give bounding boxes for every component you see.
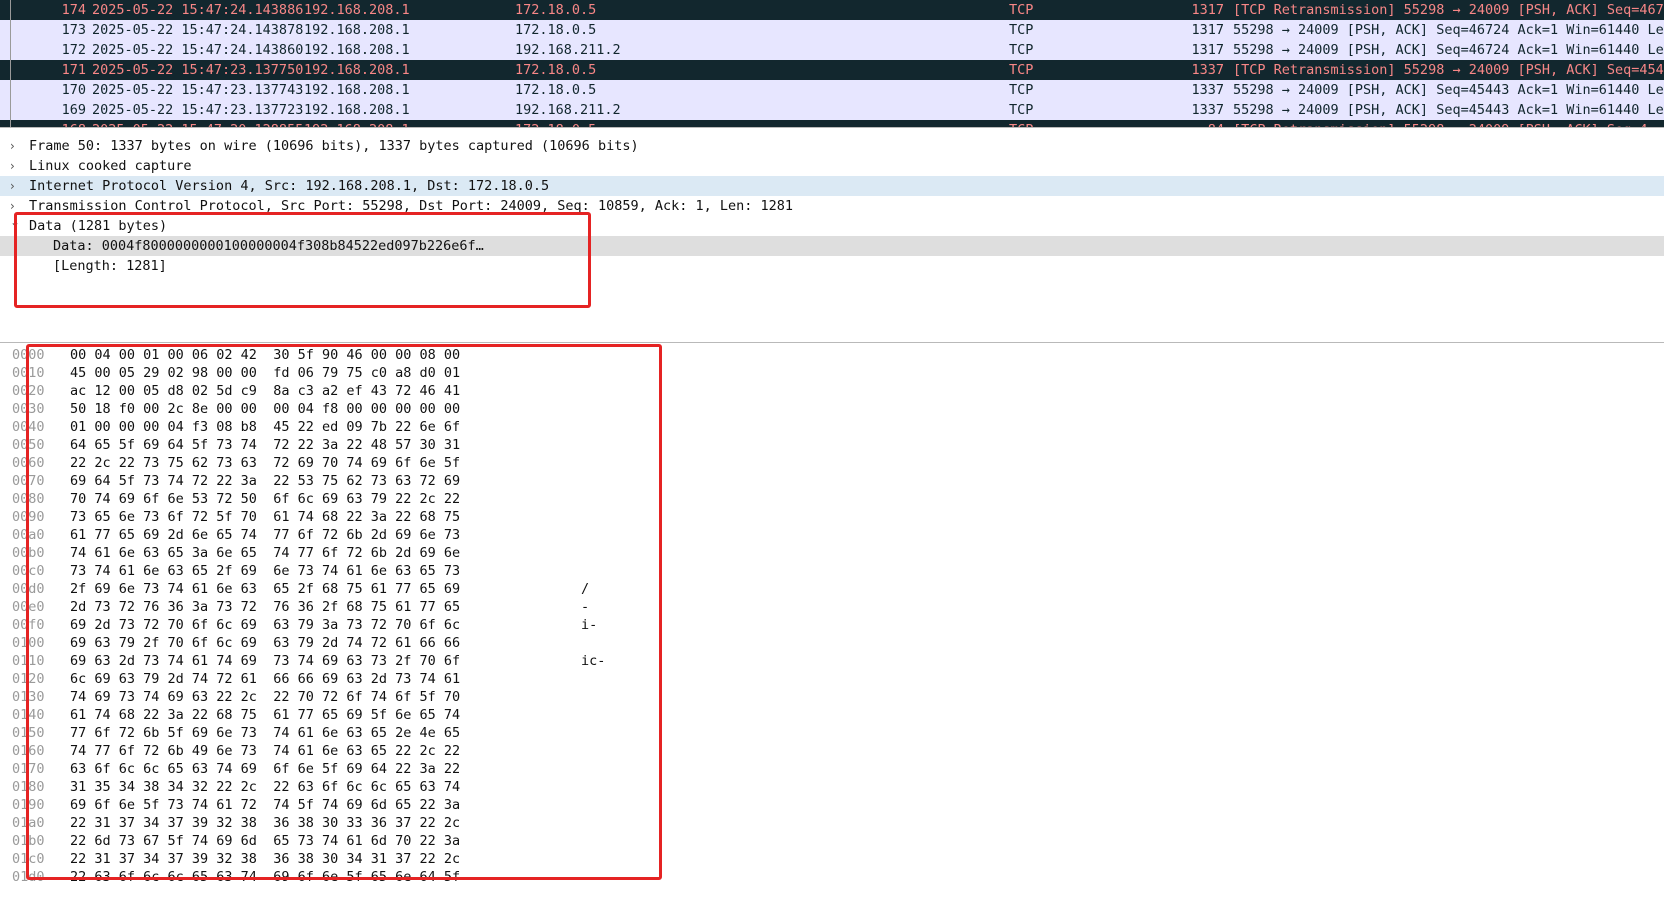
packet-length: 1317 xyxy=(1191,2,1224,18)
highlight-box-hex-bytes xyxy=(26,344,662,880)
packet-protocol: TCP xyxy=(1009,82,1034,98)
packet-protocol: TCP xyxy=(1009,120,1033,127)
packet-info: 55298 → 24009 [PSH, ACK] Seq=45443 Ack=1… xyxy=(1233,82,1664,98)
packet-info: 55298 → 24009 [PSH, ACK] Seq=45443 Ack=1… xyxy=(1233,102,1664,118)
packet-info: [TCP Retransmission] 55298 → 24009 [PSH,… xyxy=(1233,120,1648,127)
packet-time: 2025-05-22 15:47:24.143860 xyxy=(92,42,304,58)
packet-protocol: TCP xyxy=(1009,42,1034,58)
packet-number: 172 xyxy=(61,42,86,58)
packet-length: 1317 xyxy=(1191,42,1224,58)
packet-source: 192.168.208.1 xyxy=(304,22,410,38)
packet-destination: 192.168.211.2 xyxy=(515,42,621,58)
row-marker xyxy=(10,40,11,60)
packet-info: 55298 → 24009 [PSH, ACK] Seq=46724 Ack=1… xyxy=(1233,42,1664,58)
packet-protocol: TCP xyxy=(1009,2,1034,18)
packet-info: 55298 → 24009 [PSH, ACK] Seq=46724 Ack=1… xyxy=(1233,22,1664,38)
packet-length: 1317 xyxy=(1191,22,1224,38)
packet-number: 174 xyxy=(61,2,86,18)
row-marker xyxy=(10,60,11,80)
packet-number: 171 xyxy=(61,62,86,78)
row-marker xyxy=(10,0,11,20)
tree-item-label: Frame 50: 1337 bytes on wire (10696 bits… xyxy=(29,138,639,154)
packet-destination: 192.168.211.2 xyxy=(515,102,621,118)
packet-length: 1337 xyxy=(1191,82,1224,98)
packet-destination: 172.18.0.5 xyxy=(515,82,597,98)
packet-length: 1337 xyxy=(1191,102,1224,118)
highlight-box-data-field xyxy=(14,212,591,308)
packet-source: 192.168.208.1 xyxy=(304,82,410,98)
packet-destination: 172.18.0.5 xyxy=(515,62,597,78)
chevron-right-icon[interactable]: › xyxy=(10,176,15,196)
packet-time: 2025-05-22 15:47:23.137743 xyxy=(92,82,304,98)
tree-item[interactable]: › Frame 50: 1337 bytes on wire (10696 bit… xyxy=(0,136,1664,156)
row-marker xyxy=(10,20,11,40)
packet-number: 173 xyxy=(61,22,86,38)
row-marker xyxy=(10,100,11,120)
packet-time: 2025-05-22 15:47:23.137723 xyxy=(92,102,304,118)
chevron-right-icon[interactable]: › xyxy=(10,156,15,176)
packet-time: 2025-05-22 15:47:24.143886 xyxy=(92,2,304,18)
packet-time: 2025-05-22 15:47:23.137750 xyxy=(92,62,304,78)
packet-destination: 172.18.0.5 xyxy=(515,22,597,38)
packet-row[interactable]: 174 2025-05-22 15:47:24.143886 192.168.208… xyxy=(0,0,1664,20)
row-marker xyxy=(10,80,11,100)
packet-row[interactable]: 172 2025-05-22 15:47:24.143860 192.168.208… xyxy=(0,40,1664,60)
tree-item[interactable]: › Linux cooked capture xyxy=(0,156,1664,176)
packet-number: 168 xyxy=(30,120,86,127)
packet-source: 192.168.208.1 xyxy=(304,120,410,127)
packet-protocol: TCP xyxy=(1009,62,1034,78)
packet-source: 192.168.208.1 xyxy=(304,2,410,18)
packet-destination: 172.18.0.5 xyxy=(515,120,596,127)
packet-time: 2025-05-22 15:47:20.128855 xyxy=(92,120,303,127)
tree-item[interactable]: › Internet Protocol Version 4, Src: 192.1… xyxy=(0,176,1664,196)
packet-info: [TCP Retransmission] 55298 → 24009 [PSH,… xyxy=(1233,2,1664,18)
packet-destination: 172.18.0.5 xyxy=(515,2,597,18)
chevron-right-icon[interactable]: › xyxy=(10,136,15,156)
tree-item-label: Linux cooked capture xyxy=(29,158,192,174)
packet-row[interactable]: 171 2025-05-22 15:47:23.137750 192.168.208… xyxy=(0,60,1664,80)
packet-number: 170 xyxy=(61,82,86,98)
packet-number: 169 xyxy=(61,102,86,118)
packet-source: 192.168.208.1 xyxy=(304,62,410,78)
packet-row[interactable]: 168 2025-05-22 15:47:20.128855192.168.208… xyxy=(0,120,1664,127)
packet-protocol: TCP xyxy=(1009,22,1034,38)
packet-time: 2025-05-22 15:47:24.143878 xyxy=(92,22,304,38)
packet-info: [TCP Retransmission] 55298 → 24009 [PSH,… xyxy=(1233,62,1664,78)
packet-row[interactable]: 173 2025-05-22 15:47:24.143878 192.168.208… xyxy=(0,20,1664,40)
packet-source: 192.168.208.1 xyxy=(304,42,410,58)
packet-length: 84 xyxy=(1190,120,1224,127)
packet-list[interactable]: 174 2025-05-22 15:47:24.143886 192.168.208… xyxy=(0,0,1664,128)
packet-row[interactable]: 170 2025-05-22 15:47:23.137743 192.168.208… xyxy=(0,80,1664,100)
packet-length: 1337 xyxy=(1191,62,1224,78)
row-marker xyxy=(10,120,11,127)
packet-source: 192.168.208.1 xyxy=(304,102,410,118)
packet-protocol: TCP xyxy=(1009,102,1034,118)
tree-item-label: Internet Protocol Version 4, Src: 192.16… xyxy=(29,178,550,194)
packet-row[interactable]: 169 2025-05-22 15:47:23.137723 192.168.208… xyxy=(0,100,1664,120)
